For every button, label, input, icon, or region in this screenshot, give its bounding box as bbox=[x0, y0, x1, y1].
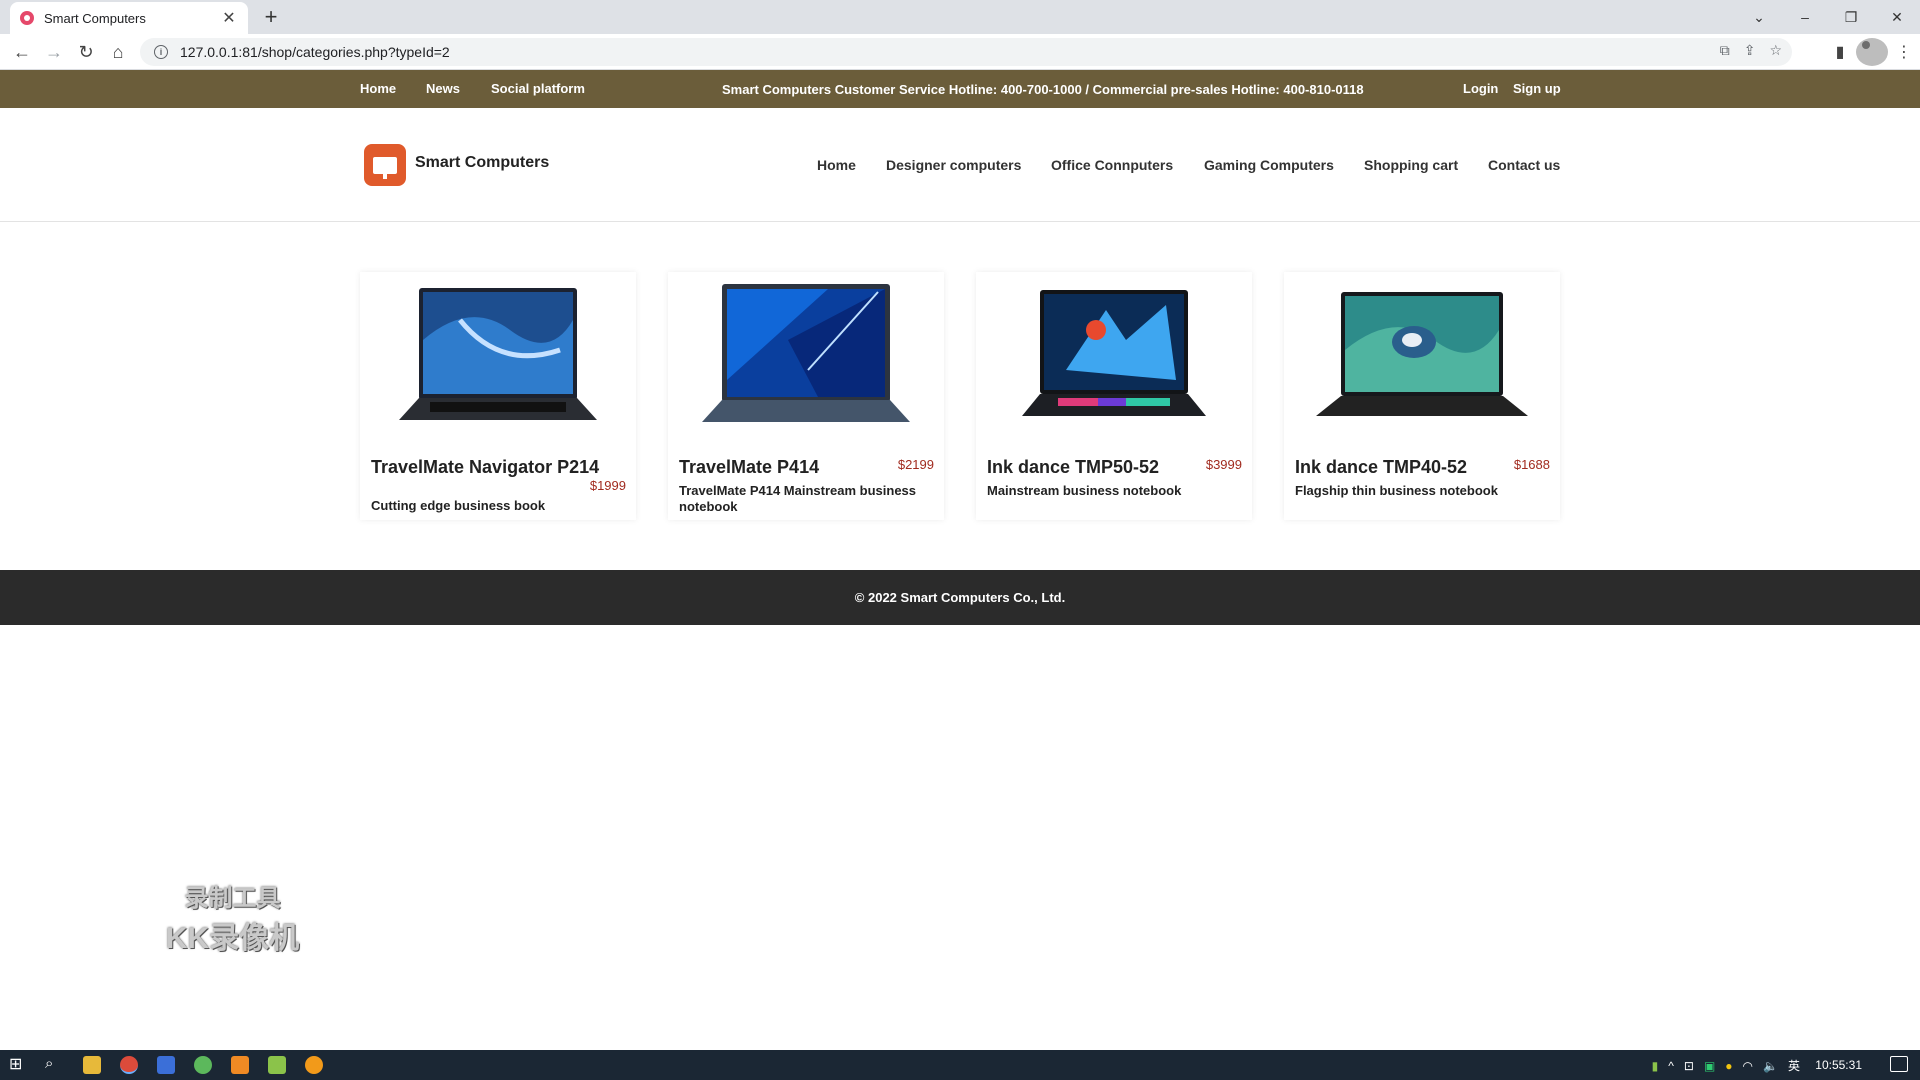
tab-title: Smart Computers bbox=[44, 10, 146, 26]
profile-icon[interactable] bbox=[1856, 38, 1888, 66]
window-controls: ⌄ – ❐ ✕ bbox=[1736, 0, 1920, 34]
new-tab-icon[interactable]: + bbox=[258, 4, 284, 30]
logo-monitor-icon[interactable] bbox=[364, 144, 406, 186]
chrome-icon[interactable] bbox=[120, 1056, 138, 1074]
watermark-line1: 录制工具 bbox=[184, 885, 281, 912]
product-description: TravelMate P414 Mainstream business note… bbox=[679, 483, 917, 514]
site-header: Smart Computers Home Designer computers … bbox=[0, 108, 1920, 222]
app-icon-blue[interactable] bbox=[157, 1056, 175, 1074]
product-name[interactable]: TravelMate Navigator P214 bbox=[371, 457, 599, 478]
product-name[interactable]: Ink dance TMP50-52 bbox=[987, 457, 1159, 478]
windows-start-icon[interactable]: ⊞ bbox=[9, 1054, 27, 1073]
nav-office-computers[interactable]: Office Connputers bbox=[1051, 157, 1173, 173]
windows-taskbar: ⊞ ⌕ ▮ ^ ⊡ ▣ ● ◠ 🔈 英 10:55:31 bbox=[0, 1050, 1920, 1080]
product-card[interactable]: TravelMate P414 $2199 TravelMate P414 Ma… bbox=[668, 272, 944, 520]
wifi-icon[interactable]: ◠ bbox=[1743, 1059, 1753, 1073]
app-icon-orange[interactable] bbox=[231, 1056, 249, 1074]
product-name[interactable]: TravelMate P414 bbox=[679, 457, 819, 478]
product-name[interactable]: Ink dance TMP40-52 bbox=[1295, 457, 1467, 478]
site-topbar: Home News Social platform Smart Computer… bbox=[0, 70, 1920, 108]
back-icon[interactable]: ← bbox=[8, 38, 36, 66]
copyright-text: © 2022 Smart Computers Co., Ltd. bbox=[854, 590, 1066, 605]
close-tab-icon[interactable]: ✕ bbox=[220, 8, 238, 28]
network-icon[interactable]: ⊡ bbox=[1684, 1059, 1694, 1073]
laptop-image[interactable] bbox=[668, 280, 944, 440]
product-description: Flagship thin business notebook bbox=[1295, 483, 1498, 498]
topbar-link-news[interactable]: News bbox=[426, 81, 460, 96]
topbar-link-home[interactable]: Home bbox=[360, 81, 396, 96]
laptop-image[interactable] bbox=[1284, 280, 1560, 440]
site-info-icon[interactable]: i bbox=[154, 45, 168, 59]
login-link[interactable]: Login bbox=[1463, 81, 1498, 96]
battery-icon[interactable]: ▮ bbox=[1652, 1059, 1659, 1073]
restore-icon[interactable]: ❐ bbox=[1828, 0, 1874, 34]
side-panel-icon[interactable]: ▮ bbox=[1824, 38, 1856, 66]
translate-icon[interactable]: ⧉ bbox=[1720, 42, 1730, 59]
reload-icon[interactable]: ↻ bbox=[72, 38, 100, 66]
nav-contact-us[interactable]: Contact us bbox=[1488, 157, 1560, 173]
site-footer: © 2022 Smart Computers Co., Ltd. bbox=[0, 570, 1920, 625]
url-text[interactable]: 127.0.0.1:81/shop/categories.php?typeId=… bbox=[180, 44, 450, 60]
nav-designer-computers[interactable]: Designer computers bbox=[886, 157, 1021, 173]
bookmark-star-icon[interactable]: ☆ bbox=[1769, 42, 1782, 59]
browser-toolbar: ← → ↻ ⌂ i 127.0.0.1:81/shop/categories.p… bbox=[0, 34, 1920, 70]
browser-tab[interactable]: Smart Computers ✕ bbox=[10, 2, 248, 34]
watermark-line2: KK录像机 bbox=[165, 922, 300, 955]
tray-app-icon[interactable]: ▣ bbox=[1704, 1059, 1715, 1073]
brand-name[interactable]: Smart Computers bbox=[415, 154, 549, 172]
hotline-text: Smart Computers Customer Service Hotline… bbox=[722, 82, 1364, 97]
home-icon[interactable]: ⌂ bbox=[104, 38, 132, 66]
ime-indicator[interactable]: 英 bbox=[1788, 1057, 1800, 1074]
notification-icon[interactable] bbox=[1890, 1056, 1908, 1072]
product-card[interactable]: Ink dance TMP40-52 $1688 Flagship thin b… bbox=[1284, 272, 1560, 520]
avatar bbox=[1856, 38, 1888, 66]
topbar-link-social[interactable]: Social platform bbox=[491, 81, 585, 96]
recorder-watermark: 录制工具 KK录像机 bbox=[160, 878, 305, 957]
nav-shopping-cart[interactable]: Shopping cart bbox=[1364, 157, 1458, 173]
laptop-image[interactable] bbox=[976, 280, 1252, 440]
product-description: Mainstream business notebook bbox=[987, 483, 1182, 498]
forward-icon[interactable]: → bbox=[40, 38, 68, 66]
product-card[interactable]: TravelMate Navigator P214 $1999 Cutting … bbox=[360, 272, 636, 520]
file-explorer-icon[interactable] bbox=[83, 1056, 101, 1074]
nav-gaming-computers[interactable]: Gaming Computers bbox=[1204, 157, 1334, 173]
tray-yellow-icon[interactable]: ● bbox=[1725, 1059, 1732, 1073]
search-icon[interactable]: ⌕ bbox=[45, 1055, 63, 1073]
minimize-icon[interactable]: – bbox=[1782, 0, 1828, 34]
taskbar-clock[interactable]: 10:55:31 bbox=[1815, 1058, 1862, 1072]
recorder-app-icon[interactable] bbox=[305, 1056, 323, 1074]
notepad-icon[interactable] bbox=[268, 1056, 286, 1074]
product-price: $2199 bbox=[897, 457, 934, 472]
laptop-image[interactable] bbox=[360, 280, 636, 440]
share-icon[interactable]: ⇪ bbox=[1744, 42, 1756, 59]
tray-expand-icon[interactable]: ^ bbox=[1668, 1059, 1674, 1073]
product-price: $1688 bbox=[1513, 457, 1550, 472]
product-description: Cutting edge business book bbox=[371, 498, 546, 513]
browser-tabstrip: Smart Computers ✕ + ⌄ – ❐ ✕ bbox=[0, 0, 1920, 34]
system-tray: ▮ ^ ⊡ ▣ ● ◠ 🔈 英 bbox=[1652, 1057, 1800, 1074]
product-price: $3999 bbox=[1205, 457, 1242, 472]
product-price: $1999 bbox=[589, 478, 626, 493]
site-favicon-icon bbox=[20, 11, 34, 25]
browser-menu-icon[interactable]: ⋮ bbox=[1888, 38, 1920, 66]
close-window-icon[interactable]: ✕ bbox=[1874, 0, 1920, 34]
nav-home[interactable]: Home bbox=[817, 157, 856, 173]
product-card[interactable]: Ink dance TMP50-52 $3999 Mainstream busi… bbox=[976, 272, 1252, 520]
tab-search-chevron-icon[interactable]: ⌄ bbox=[1736, 0, 1782, 34]
volume-icon[interactable]: 🔈 bbox=[1763, 1059, 1778, 1073]
address-bar[interactable]: i 127.0.0.1:81/shop/categories.php?typeI… bbox=[140, 38, 1792, 66]
app-icon-green[interactable] bbox=[194, 1056, 212, 1074]
signup-link[interactable]: Sign up bbox=[1513, 81, 1561, 96]
